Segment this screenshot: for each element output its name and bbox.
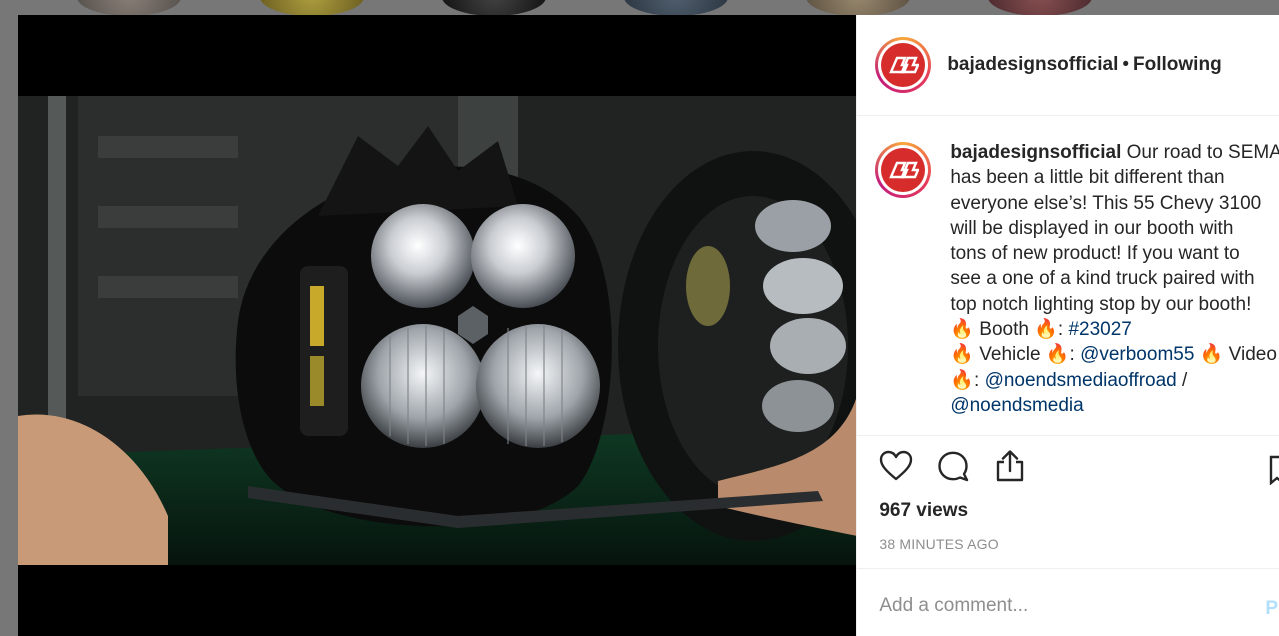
comment-icon	[938, 451, 969, 482]
fire-icon: 🔥	[950, 344, 974, 366]
story-thumbnail[interactable]	[442, 0, 546, 16]
caption-text: will be displayed in our booth with	[950, 217, 1234, 239]
share-icon	[997, 450, 1024, 482]
heart-icon	[880, 450, 913, 481]
comment-button[interactable]	[936, 449, 970, 483]
fire-icon: 🔥	[950, 369, 974, 391]
story-thumbnail[interactable]	[988, 0, 1092, 16]
fire-icon: 🔥	[1034, 319, 1058, 341]
separator-dot: •	[1122, 54, 1130, 75]
caption-text: everyone else’s! This 55 Chevy 3100	[950, 192, 1262, 214]
caption-text: :	[1069, 344, 1081, 366]
mention-link[interactable]: @noendsmediaoffroad	[985, 370, 1177, 391]
bookmark-icon	[1270, 455, 1279, 486]
caption-text: /	[1176, 369, 1188, 391]
following-button[interactable]: Following	[1133, 54, 1222, 75]
mention-link[interactable]: @verboom55	[1080, 344, 1194, 365]
post-caption: bajadesignsofficial Our road to SEMA has…	[950, 140, 1279, 418]
caption-text: see a one of a kind truck paired with	[950, 268, 1255, 290]
view-count[interactable]: 967 views	[879, 500, 968, 522]
caption-text: :	[1057, 319, 1069, 341]
divider	[857, 435, 1279, 436]
action-bar	[879, 449, 1050, 483]
baja-designs-logo-icon	[881, 148, 926, 192]
caption-text: tons of new product! If you want to	[950, 243, 1240, 265]
caption-text: Booth	[974, 319, 1035, 341]
story-thumbnail[interactable]	[624, 0, 728, 16]
caption-text: :	[974, 369, 985, 391]
caption-text: Vehicle	[974, 344, 1046, 366]
hashtag-link[interactable]: #23027	[1068, 319, 1131, 340]
caption-username[interactable]: bajadesignsofficial	[950, 142, 1121, 163]
story-thumbnail[interactable]	[806, 0, 910, 16]
story-thumbnail[interactable]	[77, 0, 181, 16]
post-header: bajadesignsofficial • Following	[857, 15, 1279, 116]
fire-icon: 🔥	[950, 319, 974, 341]
post-modal: bajadesignsofficial • Following bajadesign…	[18, 15, 1279, 636]
video-player[interactable]	[18, 15, 857, 636]
caption-text: Our road to SEMA	[1126, 142, 1279, 163]
fire-icon: 🔥	[1045, 344, 1070, 366]
caption-avatar[interactable]	[875, 142, 932, 198]
post-timestamp[interactable]: 38 MINUTES AGO	[879, 536, 999, 552]
save-button[interactable]	[1269, 455, 1279, 486]
mention-link[interactable]: @noendsmedia	[950, 395, 1083, 416]
story-thumbnail[interactable]	[260, 0, 364, 16]
caption-row: bajadesignsofficial Our road to SEMA has…	[875, 140, 1279, 418]
avatar[interactable]	[875, 37, 932, 93]
caption-text: top notch lighting stop by our booth!	[950, 293, 1252, 315]
caption-text: Video	[1223, 344, 1277, 366]
video-still-light-pod	[18, 96, 857, 565]
baja-designs-logo-icon	[881, 43, 926, 87]
share-button[interactable]	[993, 449, 1027, 483]
post-side-panel: bajadesignsofficial • Following bajadesign…	[856, 15, 1279, 636]
like-button[interactable]	[879, 449, 913, 483]
fire-icon: 🔥	[1199, 344, 1224, 366]
comment-input[interactable]	[879, 595, 1240, 617]
header-username[interactable]: bajadesignsofficial	[947, 54, 1118, 75]
caption-text: has been a little bit different than	[950, 167, 1225, 189]
divider	[857, 568, 1279, 569]
post-comment-button[interactable]: Po	[1265, 598, 1279, 620]
video-frame[interactable]	[18, 96, 857, 565]
